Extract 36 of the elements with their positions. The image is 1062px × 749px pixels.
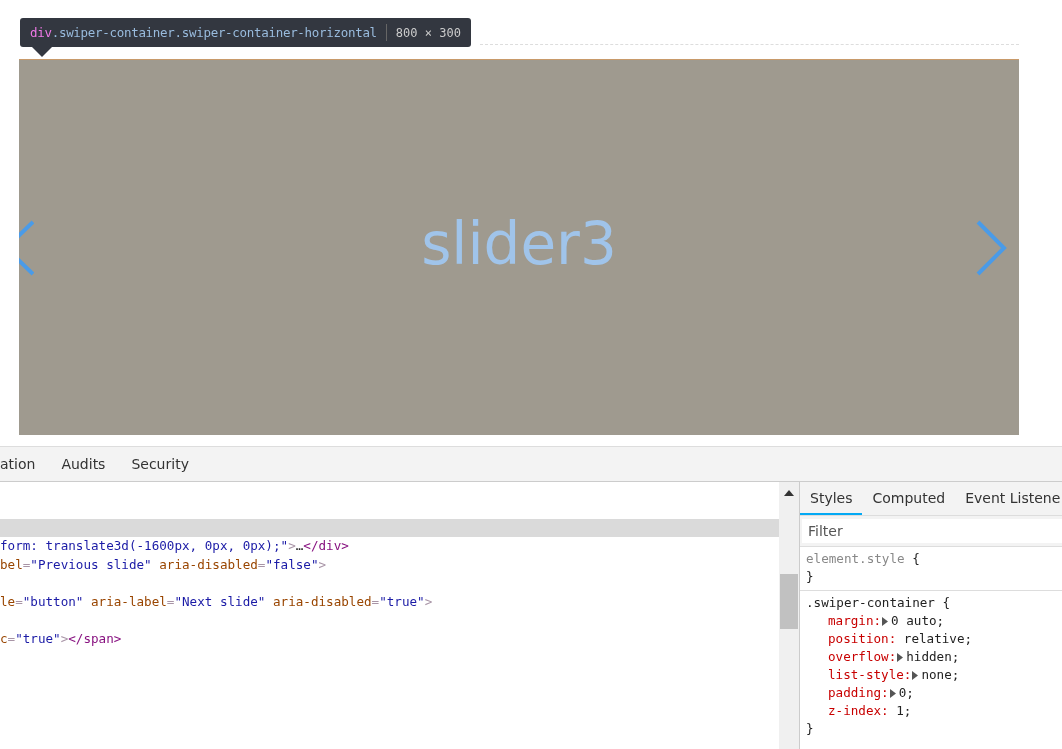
filter-field[interactable]: Filter bbox=[802, 519, 1062, 543]
css-property-name: list-style: bbox=[828, 666, 912, 684]
css-property-name: overflow: bbox=[828, 648, 897, 666]
expand-triangle-icon[interactable] bbox=[889, 688, 896, 698]
css-property-value: relative; bbox=[903, 630, 973, 648]
css-property-value: 1; bbox=[896, 702, 912, 720]
css-selector: .swiper-container bbox=[806, 595, 936, 610]
css-property-value: hidden; bbox=[906, 648, 960, 666]
devtools-tab[interactable]: Security bbox=[118, 456, 202, 472]
scrollbar[interactable] bbox=[779, 482, 799, 749]
styles-tab[interactable]: Event Listene bbox=[955, 482, 1062, 515]
css-property-name: margin: bbox=[828, 612, 882, 630]
code-line[interactable]: form: translate3d(-1600px, 0px, 0px);">…</div> bbox=[0, 537, 780, 556]
element-size: 800 × 300 bbox=[395, 25, 461, 40]
css-selector: element.style bbox=[806, 551, 906, 566]
css-property-value: 0; bbox=[898, 684, 914, 702]
styles-tab[interactable]: Computed bbox=[862, 482, 956, 515]
scrollbar-thumb[interactable] bbox=[780, 574, 799, 629]
scroll-up-icon[interactable] bbox=[784, 490, 795, 496]
css-property-value: none; bbox=[921, 666, 960, 684]
devtools-tab[interactable]: Audits bbox=[48, 456, 119, 472]
code-line[interactable]: le="button" aria-label="Next slide" aria-disabled="true"> bbox=[0, 593, 780, 612]
expand-triangle-icon[interactable] bbox=[882, 616, 889, 626]
devtools-tab[interactable]: ation bbox=[0, 456, 49, 472]
css-property-name: z-index: bbox=[828, 702, 889, 720]
slide-text: slider3 bbox=[421, 209, 617, 278]
open-brace: { bbox=[912, 551, 920, 566]
css-property-name: padding: bbox=[828, 684, 889, 702]
element-selector: div.swiper-container.swiper-container-horizontal bbox=[30, 25, 377, 40]
open-brace: { bbox=[942, 595, 951, 610]
close-brace: } bbox=[806, 569, 814, 584]
css-property-name: position: bbox=[828, 630, 897, 648]
css-property-value: 0 auto; bbox=[891, 612, 945, 630]
close-brace: } bbox=[806, 721, 814, 736]
code-line[interactable]: bel="Previous slide" aria-disabled="false"> bbox=[0, 555, 780, 575]
code-line[interactable]: c="true"></span> bbox=[0, 630, 780, 650]
